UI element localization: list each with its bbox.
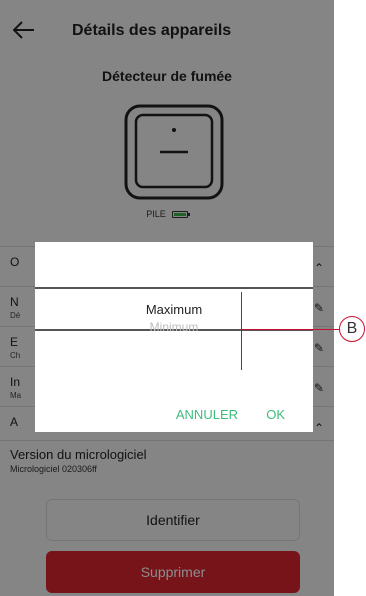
cancel-button[interactable]: ANNULER: [176, 407, 238, 422]
callout-line-horizontal: [241, 329, 339, 330]
callout-badge: B: [339, 316, 365, 342]
callout-line-vertical: [241, 292, 242, 370]
picker-option[interactable]: Minimum: [35, 320, 313, 334]
picker-option-selected[interactable]: Maximum: [35, 302, 313, 317]
picker-divider-top: [35, 287, 313, 289]
dialog-actions: ANNULER OK: [35, 407, 313, 423]
sensitivity-dialog: [35, 242, 313, 432]
ok-button[interactable]: OK: [266, 407, 285, 422]
